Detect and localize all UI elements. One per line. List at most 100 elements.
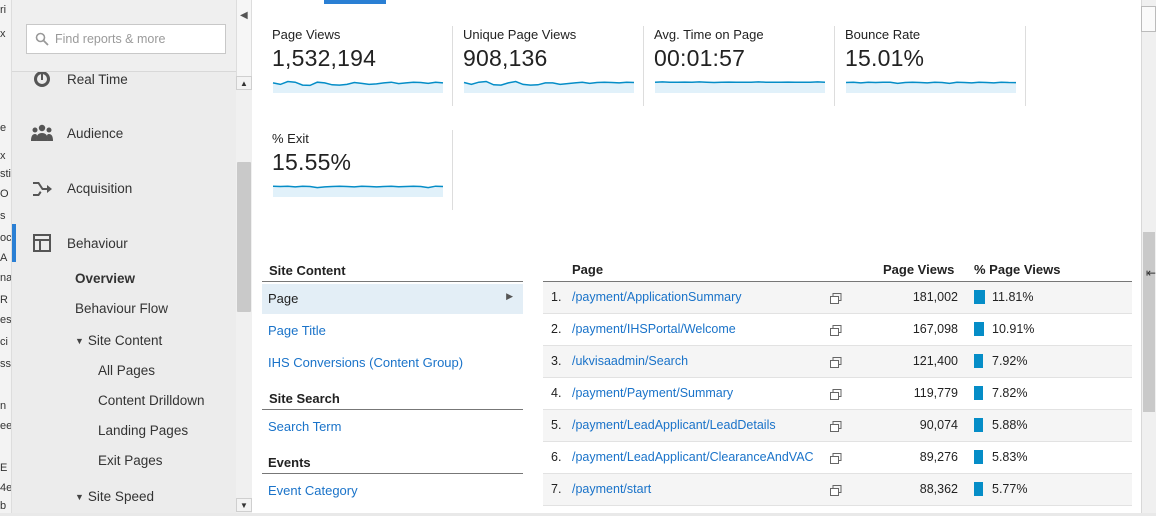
clipped-text: e bbox=[0, 122, 7, 134]
page-views-value: 119,779 bbox=[913, 386, 958, 400]
row-index: 7. bbox=[551, 482, 562, 496]
page-link[interactable]: /payment/Payment/Summary bbox=[572, 386, 733, 400]
clipped-text: na bbox=[0, 272, 12, 284]
metric-label: Avg. Time on Page bbox=[654, 27, 764, 42]
sidebar-sub-landing-pages[interactable]: Landing Pages bbox=[98, 423, 188, 438]
page-link[interactable]: /payment/LeadApplicant/ClearanceAndVAC bbox=[572, 450, 814, 464]
sidebar-scroll-down-button[interactable]: ▼ bbox=[236, 498, 252, 512]
percent-bar bbox=[974, 386, 983, 400]
sidebar-item-audience[interactable]: Audience bbox=[12, 118, 236, 148]
column-header-page-views[interactable]: Page Views bbox=[883, 262, 954, 277]
open-page-external-icon[interactable] bbox=[830, 355, 842, 373]
metric-bounce-rate[interactable]: Bounce Rate 15.01% bbox=[845, 27, 1025, 107]
metric-label: Bounce Rate bbox=[845, 27, 921, 42]
row-index: 6. bbox=[551, 450, 562, 464]
open-page-external-icon[interactable] bbox=[830, 419, 842, 437]
open-page-external-icon[interactable] bbox=[830, 291, 842, 309]
sidebar-scroll-up-button[interactable]: ▲ bbox=[236, 76, 252, 90]
row-index: 1. bbox=[551, 290, 562, 304]
divider bbox=[262, 281, 523, 282]
table-row[interactable]: 1. /payment/ApplicationSummary 181,002 11.8… bbox=[543, 282, 1132, 314]
metric-label: % Exit bbox=[272, 131, 309, 146]
clipped-text: x bbox=[0, 150, 6, 162]
collapse-arrow-icon[interactable]: ◀ bbox=[240, 10, 248, 21]
resize-arrows-icon[interactable]: ⇤ bbox=[1146, 266, 1156, 280]
page-scrollbar-thumb[interactable] bbox=[1143, 232, 1155, 412]
divider bbox=[1025, 26, 1026, 106]
metric-label: Unique Page Views bbox=[463, 27, 577, 42]
percent-bar bbox=[974, 418, 983, 432]
percent-bar bbox=[974, 290, 985, 304]
percent-value: 11.81% bbox=[992, 290, 1034, 304]
clipped-text: O bbox=[0, 188, 9, 200]
sparkline-line bbox=[654, 81, 826, 84]
site-search-term-link[interactable]: Search Term bbox=[268, 419, 341, 434]
open-page-external-icon[interactable] bbox=[830, 451, 842, 469]
row-index: 4. bbox=[551, 386, 562, 400]
page-views-value: 121,400 bbox=[912, 354, 958, 368]
metric-value: 00:01:57 bbox=[654, 45, 746, 71]
percent-value: 5.88% bbox=[992, 418, 1028, 432]
search-input[interactable] bbox=[55, 32, 220, 46]
site-content-page-row[interactable]: Page ▶ bbox=[262, 284, 523, 314]
event-category-link[interactable]: Event Category bbox=[268, 483, 358, 498]
divider bbox=[452, 26, 453, 106]
page-link[interactable]: /ukvisaadmin/Search bbox=[572, 354, 688, 368]
sparkline bbox=[845, 81, 1017, 93]
column-header-page[interactable]: Page bbox=[572, 262, 603, 277]
table-row[interactable]: 2. /payment/IHSPortal/Welcome 167,098 10.91… bbox=[543, 314, 1132, 346]
sparkline-area bbox=[655, 81, 825, 93]
metric-page-views[interactable]: Page Views 1,532,194 bbox=[272, 27, 452, 107]
open-page-external-icon[interactable] bbox=[830, 483, 842, 501]
clipped-text: A bbox=[0, 252, 8, 264]
page-scrollbar-top-button[interactable] bbox=[1141, 6, 1156, 32]
clipped-text: s bbox=[0, 210, 6, 222]
search-box[interactable] bbox=[26, 24, 226, 54]
page-link[interactable]: /payment/LeadApplicant/LeadDetails bbox=[572, 418, 776, 432]
clipped-text: oc bbox=[0, 232, 12, 244]
column-header-percent-page-views[interactable]: % Page Views bbox=[974, 262, 1060, 277]
sidebar-item-acquisition[interactable]: Acquisition bbox=[12, 173, 236, 203]
page-views-value: 90,074 bbox=[919, 418, 958, 432]
sidebar-sub-site-content[interactable]: ▼ Site Content bbox=[75, 333, 162, 348]
search-icon bbox=[35, 32, 49, 46]
table-row[interactable]: 7. /payment/start 88,362 5.77% bbox=[543, 474, 1132, 506]
people-icon bbox=[31, 122, 53, 144]
sparkline-area bbox=[846, 82, 1016, 93]
sidebar-item-label: Audience bbox=[67, 125, 124, 141]
page-link[interactable]: /payment/start bbox=[572, 482, 651, 496]
metric-label: Page Views bbox=[272, 27, 341, 42]
divider bbox=[643, 26, 644, 106]
table-row[interactable]: 3. /ukvisaadmin/Search 121,400 7.92% bbox=[543, 346, 1132, 378]
table-row[interactable]: 5. /payment/LeadApplicant/LeadDetails 90,0… bbox=[543, 410, 1132, 442]
metric-unique-page-views[interactable]: Unique Page Views 908,136 bbox=[463, 27, 643, 107]
site-content-heading: Site Content bbox=[269, 263, 346, 278]
table-row[interactable]: 4. /payment/Payment/Summary 119,779 7.82% bbox=[543, 378, 1132, 410]
site-content-ihs-conversions-link[interactable]: IHS Conversions (Content Group) bbox=[268, 355, 463, 370]
page-link[interactable]: /payment/ApplicationSummary bbox=[572, 290, 742, 304]
acquisition-arrows-icon bbox=[31, 177, 53, 199]
metric-avg-time-on-page[interactable]: Avg. Time on Page 00:01:57 bbox=[654, 27, 834, 107]
sparkline-area bbox=[273, 186, 443, 197]
sidebar-sub-content-drilldown[interactable]: Content Drilldown bbox=[98, 393, 205, 408]
open-page-external-icon[interactable] bbox=[830, 387, 842, 405]
metric-exit-rate[interactable]: % Exit 15.55% bbox=[272, 131, 452, 211]
page-views-value: 167,098 bbox=[912, 322, 958, 336]
sidebar-sub-overview[interactable]: Overview bbox=[75, 271, 135, 286]
analytics-window: ri x e x sti Os oc Ana Resl ci ss n ee E 4e b Real Time… bbox=[0, 0, 1156, 516]
sidebar-sub-behaviour-flow[interactable]: Behaviour Flow bbox=[75, 301, 168, 316]
sidebar-item-behaviour[interactable]: Behaviour bbox=[12, 224, 236, 262]
clipped-text: ci bbox=[0, 336, 8, 348]
metric-value: 15.55% bbox=[272, 149, 352, 175]
open-page-external-icon[interactable] bbox=[830, 323, 842, 341]
search-area bbox=[12, 0, 236, 72]
sidebar-sub-site-speed[interactable]: ▼ Site Speed bbox=[75, 489, 154, 504]
page-link[interactable]: /payment/IHSPortal/Welcome bbox=[572, 322, 736, 336]
table-row[interactable]: 6. /payment/LeadApplicant/ClearanceAndVAC… bbox=[543, 442, 1132, 474]
sidebar-sub-all-pages[interactable]: All Pages bbox=[98, 363, 155, 378]
site-content-page-title-link[interactable]: Page Title bbox=[268, 323, 326, 338]
divider bbox=[834, 26, 835, 106]
sidebar-scrollbar-thumb[interactable] bbox=[237, 162, 251, 312]
sidebar-sub-exit-pages[interactable]: Exit Pages bbox=[98, 453, 163, 468]
percent-value: 5.77% bbox=[992, 482, 1028, 496]
